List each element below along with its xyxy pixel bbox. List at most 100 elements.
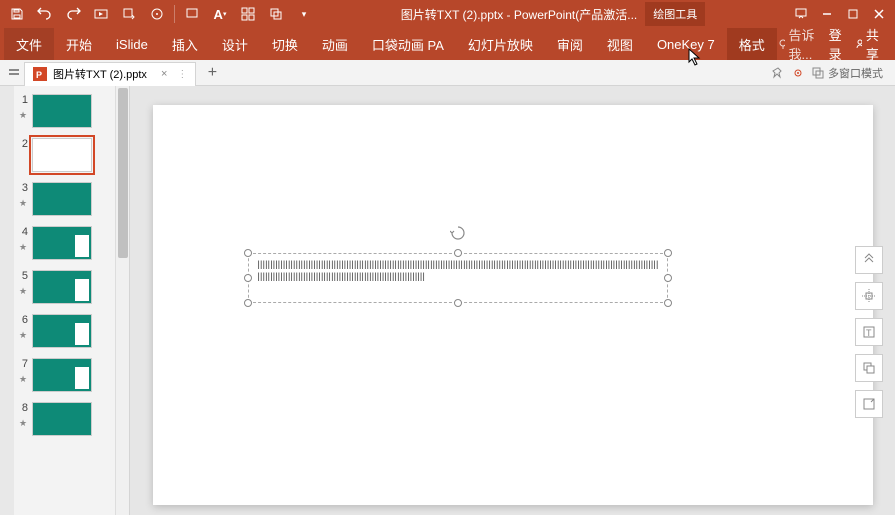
thumbnail-item[interactable]: 7★ [18,358,125,392]
arrange-button[interactable] [263,2,289,26]
document-tab-active[interactable]: P 图片转TXT (2).pptx × ⋮ [24,62,196,86]
tell-me-search[interactable]: 告诉我... [777,25,821,63]
animation-indicator-icon: ★ [19,330,27,341]
gear-icon[interactable] [792,67,804,79]
new-document-button[interactable]: + [202,63,222,83]
svg-text:P: P [36,70,42,80]
thumbnail-item[interactable]: 2 [18,138,125,172]
multiwindow-button[interactable]: 多窗口模式 [812,65,883,81]
thumbnail-item[interactable]: 1★ [18,94,125,128]
slide-number: 1 [18,94,28,106]
thumbnail-item[interactable]: 3★ [18,182,125,216]
resize-handle-tr[interactable] [664,249,672,257]
share-icon [854,38,862,50]
resize-handle-bl[interactable] [244,299,252,307]
pin-icon[interactable] [772,67,784,79]
slide-number: 3 [18,182,28,194]
animation-indicator-icon: ★ [19,418,27,429]
slide-number: 8 [18,402,28,414]
undo-button[interactable] [32,2,58,26]
align-tool-button[interactable] [855,282,883,310]
window-title-text: 图片转TXT (2).pptx - PowerPoint(产品激活... [401,6,638,23]
share-label: 共享 [866,25,883,63]
textbox-tool-button[interactable]: T [855,318,883,346]
powerpoint-file-icon: P [33,67,47,81]
tab-slideshow[interactable]: 幻灯片放映 [456,28,545,60]
animation-indicator-icon: ★ [19,110,27,121]
slide-thumbnail-4[interactable] [32,226,92,260]
scrollbar-thumb[interactable] [118,88,128,258]
tab-animation[interactable]: 动画 [310,28,360,60]
qat-dropdown-1[interactable] [116,2,142,26]
thumbnail-item[interactable]: 4★ [18,226,125,260]
document-tab-menu[interactable]: ⋮ [177,69,187,80]
tab-format[interactable]: 格式 [727,28,777,60]
resize-handle-ml[interactable] [244,274,252,282]
tab-file[interactable]: 文件 [4,28,54,60]
window-controls [789,3,891,25]
tab-view[interactable]: 视图 [595,28,645,60]
resize-handle-br[interactable] [664,299,672,307]
context-tool-label: 绘图工具 [645,2,705,26]
fit-tool-button[interactable] [855,390,883,418]
thumbnail-scrollbar[interactable] [115,86,129,515]
window-title: 图片转TXT (2).pptx - PowerPoint(产品激活... 绘图工… [317,2,789,26]
slide-thumbnail-6[interactable] [32,314,92,348]
title-bar: A▾ ▾ 图片转TXT (2).pptx - PowerPoint(产品激活..… [0,0,895,28]
touch-mode-button[interactable] [144,2,170,26]
share-button[interactable]: 共享 [854,25,883,63]
thumbnail-item[interactable]: 5★ [18,270,125,304]
slide-thumbnail-8[interactable] [32,402,92,436]
doc-tab-right: 多窗口模式 [772,65,891,81]
login-button[interactable]: 登录 [829,25,846,63]
slide-thumbnail-panel: 1★ 2 3★ 4★ 5★ 6★ [0,86,130,515]
maximize-button[interactable] [841,3,865,25]
rotate-handle[interactable] [450,225,466,241]
save-button[interactable] [4,2,30,26]
tab-review[interactable]: 审阅 [545,28,595,60]
layout-button[interactable] [235,2,261,26]
tab-pocket[interactable]: 口袋动画 PA [360,28,456,60]
slide-number: 7 [18,358,28,370]
thumbnail-margin [0,86,14,515]
slide-thumbnail-5[interactable] [32,270,92,304]
slide-canvas[interactable]: ||||||||||||||||||||||||||||||||||||||||… [153,105,873,505]
ribbon-options-button[interactable] [789,3,813,25]
resize-handle-tl[interactable] [244,249,252,257]
selected-textbox[interactable]: ||||||||||||||||||||||||||||||||||||||||… [248,253,668,303]
document-tabs: P 图片转TXT (2).pptx × ⋮ + 多窗口模式 [0,60,895,86]
tab-start[interactable]: 开始 [54,28,104,60]
resize-handle-bm[interactable] [454,299,462,307]
tab-insert[interactable]: 插入 [160,28,210,60]
tab-islide[interactable]: iSlide [104,28,160,60]
slide-thumbnail-1[interactable] [32,94,92,128]
lightbulb-icon [777,38,785,50]
tab-onekey[interactable]: OneKey 7 [645,28,727,60]
tab-transition[interactable]: 切换 [260,28,310,60]
collapse-tool-button[interactable] [855,246,883,274]
slide-thumbnail-2[interactable] [32,138,92,172]
resize-handle-mr[interactable] [664,274,672,282]
close-button[interactable] [867,3,891,25]
font-button[interactable]: A▾ [207,2,233,26]
qat-more-button[interactable]: ▾ [291,2,317,26]
multiwindow-label: 多窗口模式 [828,65,883,81]
side-tool-panel: T [855,246,883,418]
tab-design[interactable]: 设计 [210,28,260,60]
redo-button[interactable] [60,2,86,26]
minimize-button[interactable] [815,3,839,25]
thumbnail-item[interactable]: 6★ [18,314,125,348]
slide-number: 6 [18,314,28,326]
document-tab-close[interactable]: × [161,68,167,80]
quick-access-toolbar: A▾ ▾ [4,2,317,26]
resize-handle-tm[interactable] [454,249,462,257]
start-from-beginning-button[interactable] [88,2,114,26]
workspace: 1★ 2 3★ 4★ 5★ 6★ [0,86,895,515]
slide-number: 2 [18,138,28,150]
slide-thumbnail-3[interactable] [32,182,92,216]
arrange-tool-button[interactable] [855,354,883,382]
doc-tab-list-icon[interactable] [4,67,24,79]
slide-thumbnail-7[interactable] [32,358,92,392]
new-slide-button[interactable] [179,2,205,26]
thumbnail-item[interactable]: 8★ [18,402,125,436]
